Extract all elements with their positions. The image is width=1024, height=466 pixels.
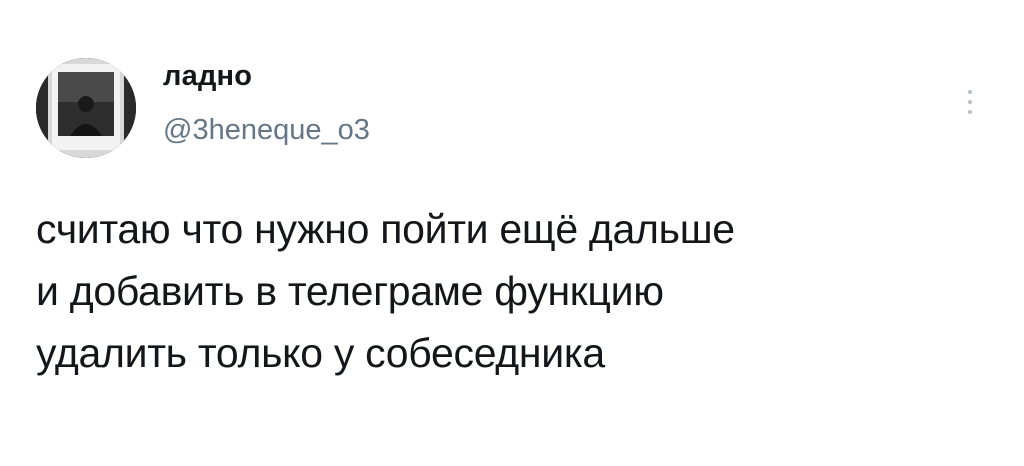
more-dot <box>968 90 972 94</box>
tweet-card: ладно @3heneque_o3 считаю что нужно пойт… <box>0 0 1024 466</box>
more-dot <box>968 100 972 104</box>
tweet-text-line: считаю что нужно пойти ещё дальше <box>36 206 735 252</box>
author-display-name[interactable]: ладно <box>163 58 252 94</box>
tweet-text-line: и добавить в телеграме функцию <box>36 268 664 314</box>
more-dot <box>968 110 972 114</box>
more-vertical-icon[interactable] <box>958 84 982 120</box>
tweet-text: считаю что нужно пойти ещё дальше и доба… <box>36 198 996 384</box>
avatar[interactable] <box>36 58 136 158</box>
author-handle[interactable]: @3heneque_o3 <box>163 112 370 148</box>
avatar-photo <box>36 58 136 158</box>
tweet-text-line: удалить только у собеседника <box>36 330 605 376</box>
